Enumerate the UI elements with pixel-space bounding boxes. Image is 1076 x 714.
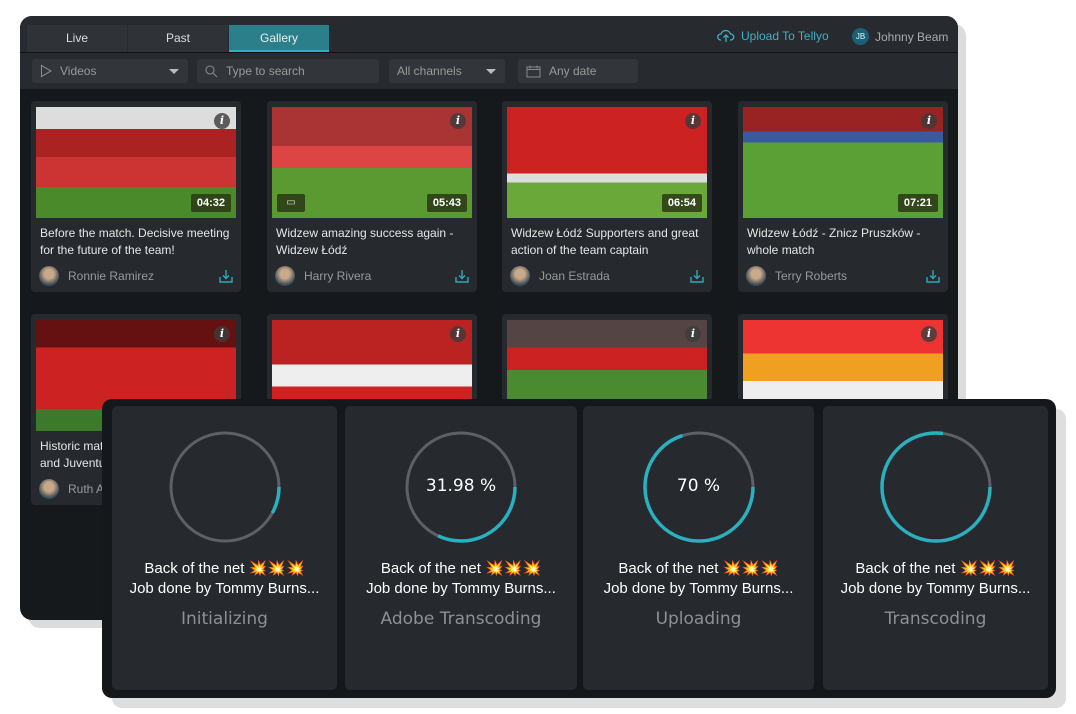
job-status: Uploading <box>655 609 742 629</box>
progress-percent: 31.98 % <box>425 476 497 496</box>
video-title: Widzew amazing success again - Widzew Łó… <box>276 226 454 257</box>
job-title: Back of the net 💥💥💥 Job done by Tommy Bur… <box>840 560 1031 597</box>
job-card: Back of the net 💥💥💥 Job done by Tommy Bur… <box>823 406 1048 690</box>
search-placeholder: Type to search <box>226 64 305 78</box>
duration-badge: 06:54 <box>661 194 702 212</box>
upload-button[interactable]: Upload To Tellyo <box>717 29 829 43</box>
download-icon[interactable] <box>690 269 704 283</box>
video-thumbnail[interactable]: i 05:43 ▭ <box>272 107 472 218</box>
tab-gallery[interactable]: Gallery <box>229 25 329 52</box>
author-name: Ruth A <box>68 482 105 496</box>
avatar: JB <box>852 28 869 45</box>
author-name: Joan Estrada <box>539 269 610 283</box>
video-thumbnail[interactable]: i 04:32 <box>36 107 236 218</box>
job-card: Back of the net 💥💥💥 Job done by Tommy Bur… <box>112 406 337 690</box>
user-menu[interactable]: JB Johnny Beam <box>852 28 948 45</box>
channel-value: All channels <box>397 64 462 78</box>
calendar-icon <box>526 65 541 77</box>
top-bar: Live Past Gallery Upload To Tellyo JB Jo… <box>20 16 958 53</box>
video-title: Widzew Łódź Supporters and great action … <box>511 226 699 257</box>
video-card[interactable]: i 06:54 Widzew Łódź Supporters and great a… <box>502 101 712 292</box>
avatar <box>746 266 766 286</box>
progress-percent: 70 % <box>676 476 721 496</box>
job-status: Transcoding <box>884 609 987 629</box>
progress-ring <box>879 431 992 543</box>
chevron-down-icon <box>169 69 179 74</box>
filter-bar: Videos Type to search All channels Any d… <box>20 53 958 89</box>
type-dropdown[interactable]: Videos <box>32 59 188 83</box>
info-icon[interactable]: i <box>685 326 701 342</box>
video-card[interactable]: i 05:43 ▭ Widzew amazing success again - Wi… <box>267 101 477 292</box>
search-icon <box>205 64 218 77</box>
cloud-upload-icon <box>717 29 735 42</box>
type-value: Videos <box>60 64 97 78</box>
author: Harry Rivera <box>275 266 371 286</box>
avatar <box>39 266 59 286</box>
video-title: Widzew Łódź - Znicz Pruszków - whole mat… <box>747 226 921 257</box>
tab-live[interactable]: Live <box>27 25 127 52</box>
upload-label: Upload To Tellyo <box>741 29 829 43</box>
author-name: Ronnie Ramirez <box>68 269 155 283</box>
duration-badge: 07:21 <box>897 194 938 212</box>
job-card: 70 % Back of the net 💥💥💥 Job done by Tomm… <box>583 406 814 690</box>
duration-badge: 05:43 <box>426 194 467 212</box>
duration-badge: 04:32 <box>190 194 231 212</box>
info-icon[interactable]: i <box>214 113 230 129</box>
avatar <box>275 266 295 286</box>
info-icon[interactable]: i <box>921 326 937 342</box>
progress-track <box>169 431 280 543</box>
download-icon[interactable] <box>455 269 469 283</box>
info-icon[interactable]: i <box>450 113 466 129</box>
date-picker[interactable]: Any date <box>518 59 638 83</box>
chevron-down-icon <box>486 69 496 74</box>
author: Ruth A <box>39 479 104 499</box>
author: Joan Estrada <box>510 266 610 286</box>
author: Terry Roberts <box>746 266 847 286</box>
info-icon[interactable]: i <box>450 326 466 342</box>
author: Ronnie Ramirez <box>39 266 154 286</box>
job-card: 31.98 % Back of the net 💥💥💥 Job done by T… <box>345 406 577 690</box>
camera-icon: ▭ <box>277 194 305 212</box>
job-title: Back of the net 💥💥💥 Job done by Tommy Bur… <box>603 560 794 597</box>
user-name: Johnny Beam <box>875 29 949 44</box>
job-status: Adobe Transcoding <box>380 609 542 629</box>
video-thumbnail[interactable]: i 06:54 <box>507 107 707 218</box>
job-title: Back of the net 💥💥💥 Job done by Tommy Bur… <box>366 560 556 597</box>
channel-dropdown[interactable]: All channels <box>389 59 505 83</box>
video-card[interactable]: i 04:32 Before the match. Decisive meeting… <box>31 101 241 292</box>
job-status: Initializing <box>181 609 268 629</box>
date-value: Any date <box>549 64 597 78</box>
search-input[interactable]: Type to search <box>197 59 379 83</box>
video-title: Before the match. Decisive meeting for t… <box>40 226 230 257</box>
tab-past[interactable]: Past <box>128 25 228 52</box>
job-title: Back of the net 💥💥💥 Job done by Tommy Bur… <box>129 560 320 597</box>
avatar <box>510 266 530 286</box>
download-icon[interactable] <box>926 269 940 283</box>
info-icon[interactable]: i <box>214 326 230 342</box>
video-thumbnail[interactable]: i 07:21 <box>743 107 943 218</box>
info-icon[interactable]: i <box>921 113 937 129</box>
play-icon <box>40 64 52 78</box>
author-name: Harry Rivera <box>304 269 372 283</box>
jobs-panel: Back of the net 💥💥💥 Job done by Tommy Bur… <box>102 399 1056 698</box>
video-card[interactable]: i 07:21 Widzew Łódź - Znicz Pruszków - who… <box>738 101 948 292</box>
progress-ring <box>168 431 281 543</box>
author-name: Terry Roberts <box>775 269 848 283</box>
download-icon[interactable] <box>219 269 233 283</box>
avatar <box>39 479 59 499</box>
info-icon[interactable]: i <box>685 113 701 129</box>
